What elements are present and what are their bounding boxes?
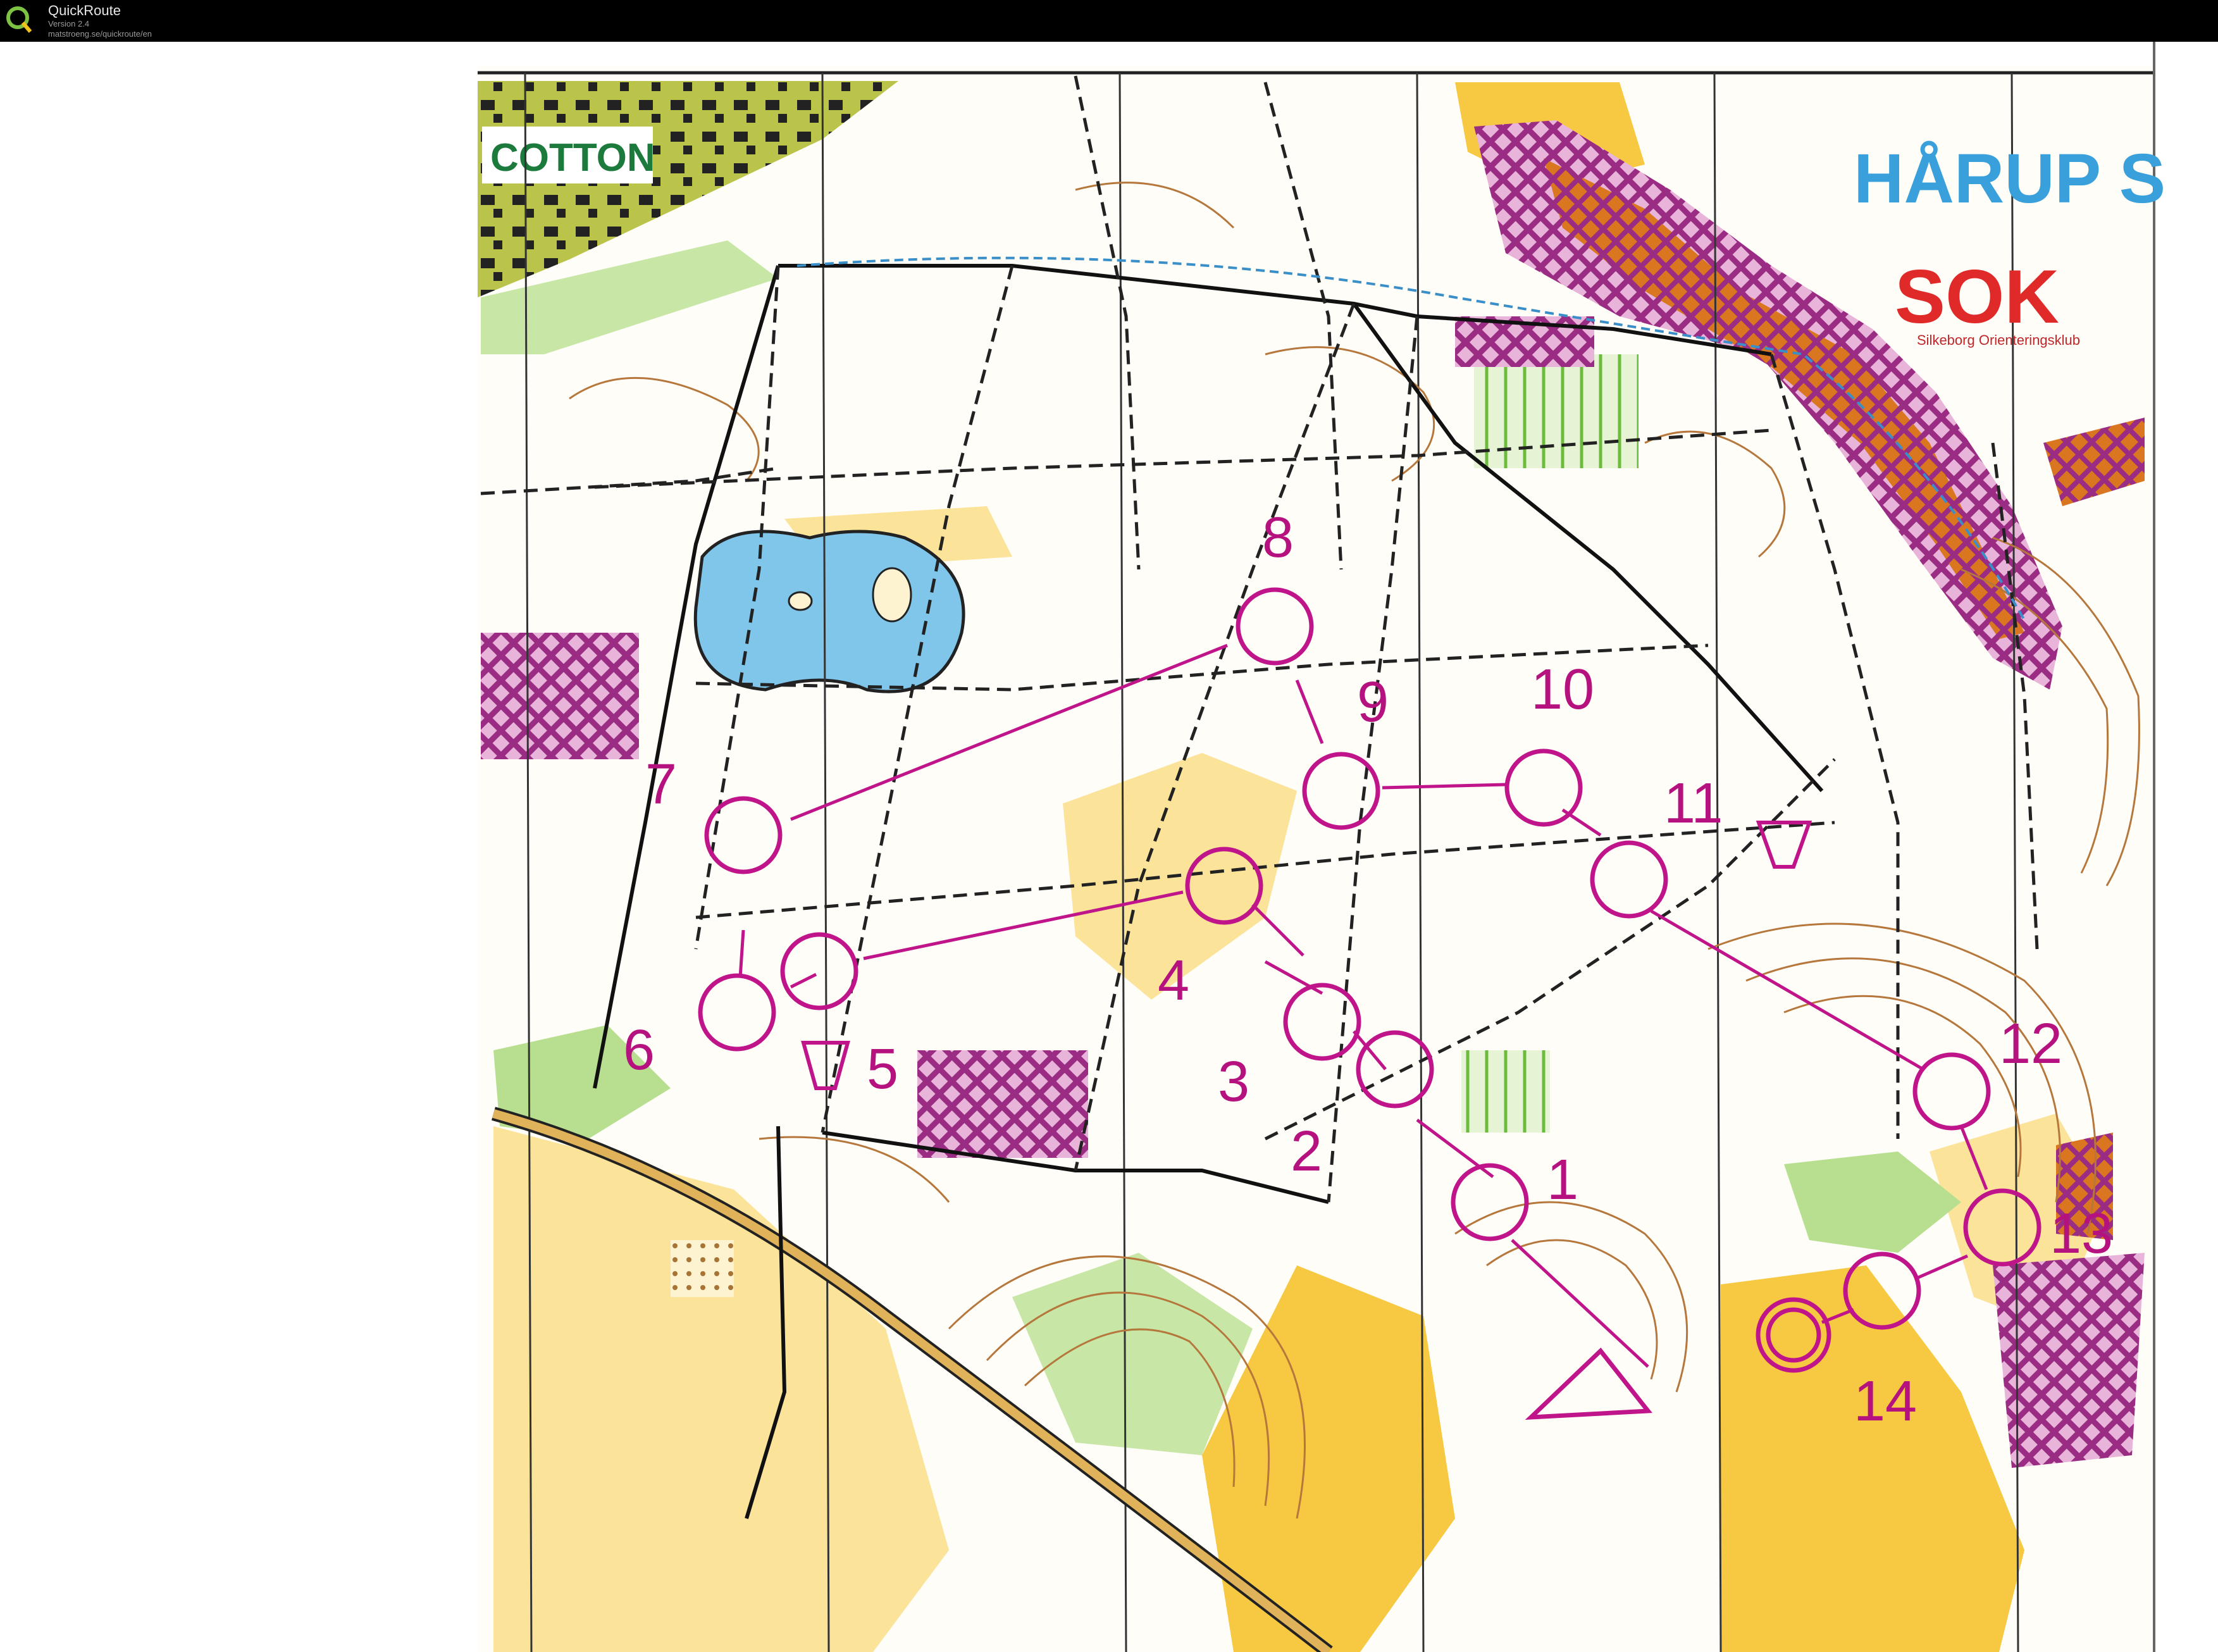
control-5-number: 5 [867, 1038, 898, 1101]
club-logo: SOK Silkeborg Orienteringsklub [1895, 254, 2080, 348]
lake-islet [788, 591, 813, 611]
control-2-number: 2 [1291, 1120, 1322, 1183]
forbidden-area-small [917, 1050, 1088, 1158]
control-12-number: 12 [1999, 1012, 2062, 1076]
app-url: matstroeng.se/quickroute/en [48, 29, 152, 39]
control-10-number: 10 [1531, 658, 1594, 721]
control-14-number: 14 [1854, 1370, 1917, 1433]
control-11-number: 11 [1664, 772, 1723, 835]
dotted-area [671, 1240, 734, 1297]
forbidden-area-right-lower [1993, 1253, 2145, 1468]
app-version: Version 2.4 [48, 19, 90, 28]
window-titlebar: QuickRoute Version 2.4 matstroeng.se/qui… [0, 0, 2218, 42]
control-1-number: 1 [1547, 1148, 1578, 1212]
map-canvas[interactable]: COTTON HÅRUP S SOK Silkeborg Orientering… [0, 42, 2218, 1652]
control-8-number: 8 [1262, 506, 1294, 569]
sponsor-logo: COTTON [490, 136, 655, 180]
control-13-number: 13 [2050, 1202, 2113, 1265]
control-6-number: 6 [623, 1019, 655, 1082]
control-3-number: 3 [1218, 1050, 1249, 1114]
vegetation-stripes [1461, 1050, 1550, 1133]
quickroute-app-icon [6, 6, 32, 33]
control-9-number: 9 [1357, 671, 1389, 734]
club-logo-text: SOK [1895, 254, 2059, 339]
forbidden-area-left [481, 633, 639, 759]
control-7-number: 7 [645, 753, 677, 816]
lake [693, 530, 965, 693]
control-4-number: 4 [1158, 949, 1189, 1012]
app-name: QuickRoute [48, 3, 121, 18]
club-name: Silkeborg Orienteringsklub [1917, 332, 2080, 348]
lake-island [872, 567, 912, 623]
orienteering-map[interactable]: COTTON HÅRUP S SOK Silkeborg Orientering… [0, 42, 2218, 1652]
map-title: HÅRUP S [1854, 140, 2165, 218]
